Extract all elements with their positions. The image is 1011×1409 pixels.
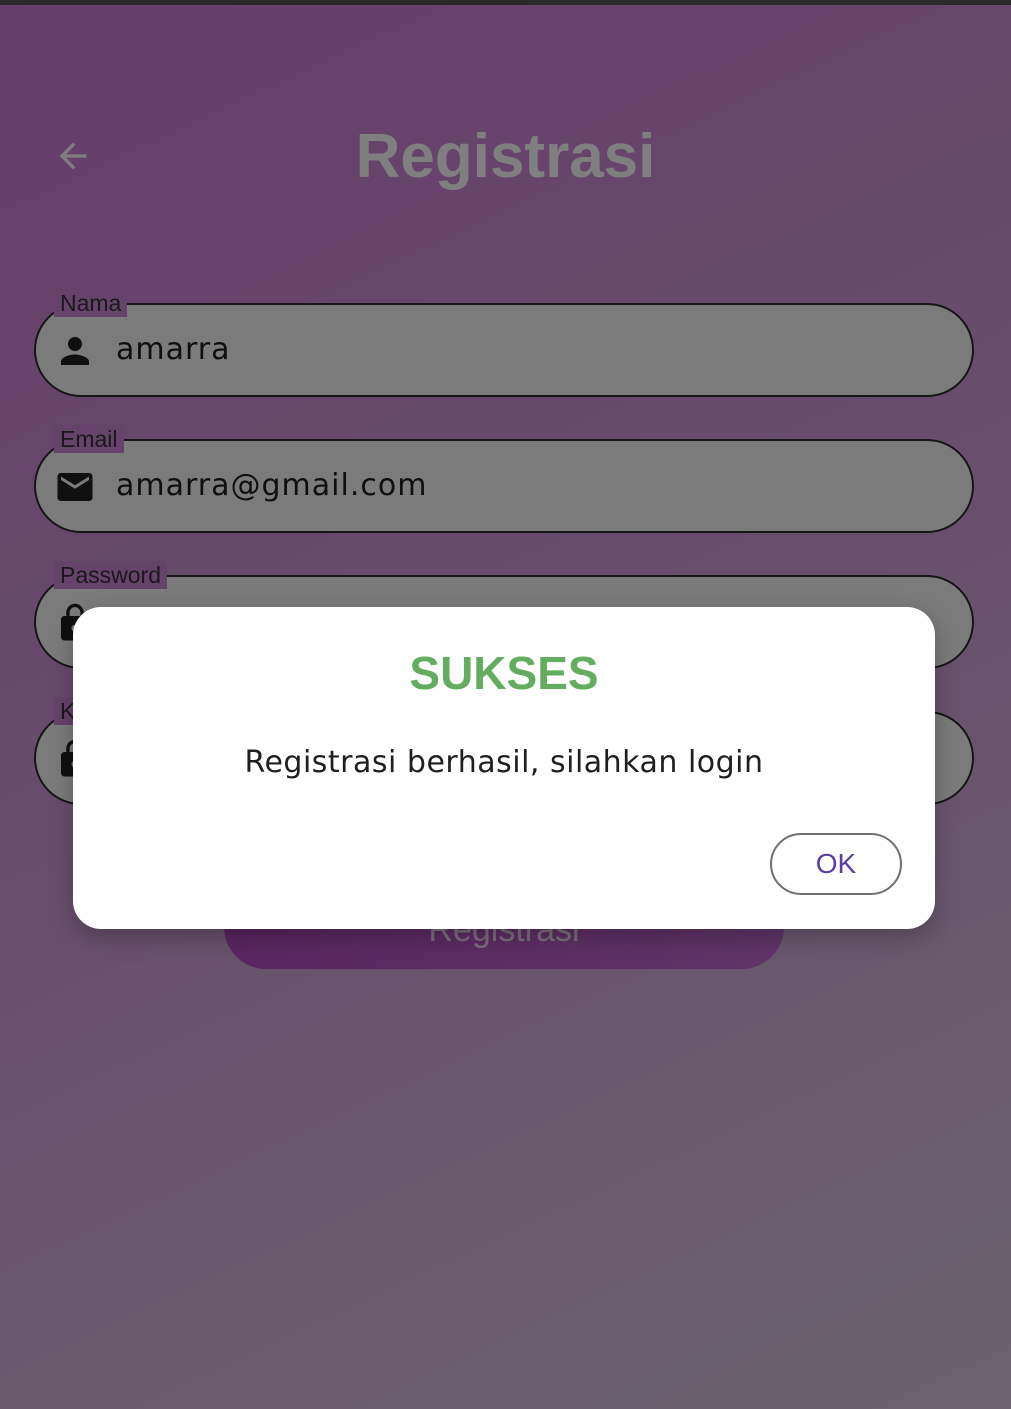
dialog-message: Registrasi berhasil, silahkan login	[244, 745, 764, 780]
status-bar	[0, 0, 1011, 5]
success-dialog: SUKSES Registrasi berhasil, silahkan log…	[73, 607, 935, 929]
ok-button[interactable]: OK	[770, 833, 902, 895]
dialog-title: SUKSES	[409, 647, 599, 699]
